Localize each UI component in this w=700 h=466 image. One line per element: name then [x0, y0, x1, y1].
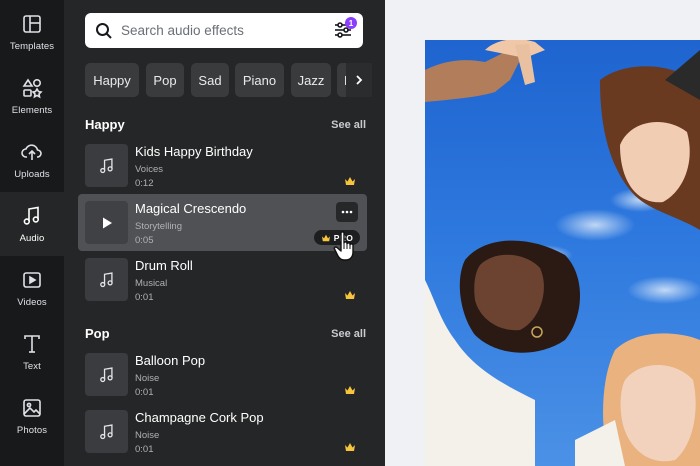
audio-thumbnail [85, 258, 128, 301]
crown-icon [345, 291, 355, 299]
sidebar-item-photos[interactable]: Photos [0, 384, 64, 448]
music-note-icon [99, 157, 113, 173]
see-all-pop-link[interactable]: See all [331, 328, 366, 340]
play-icon[interactable] [100, 216, 114, 230]
sidebar-rail: Templates Elements Uploads Audio Videos … [0, 0, 64, 466]
people-sky-photo [425, 40, 700, 466]
sidebar-item-label: Templates [9, 40, 55, 52]
sidebar-item-label: Elements [11, 104, 53, 116]
canvas-photo[interactable] [425, 40, 700, 466]
templates-icon [23, 14, 41, 33]
sidebar-item-templates[interactable]: Templates [0, 0, 64, 64]
section-title-pop: Pop [85, 326, 110, 341]
search-icon [96, 23, 112, 39]
filter-count-badge: 1 [345, 17, 357, 29]
sidebar-item-audio[interactable]: Audio [0, 192, 64, 256]
music-note-icon [99, 271, 113, 287]
elements-icon [22, 78, 43, 98]
music-note-icon [99, 423, 113, 439]
sidebar-item-uploads[interactable]: Uploads [0, 128, 64, 192]
more-options-button[interactable] [336, 202, 358, 222]
chip-piano[interactable]: Piano [235, 63, 284, 97]
audio-thumbnail [85, 144, 128, 187]
sidebar-item-label: Audio [19, 232, 45, 244]
see-all-happy-link[interactable]: See all [331, 119, 366, 131]
sidebar-item-videos[interactable]: Videos [0, 256, 64, 320]
sidebar-item-label: Text [23, 360, 41, 372]
audio-category: Musical [135, 278, 168, 289]
crown-icon [345, 443, 355, 451]
photo-icon [23, 398, 41, 417]
audio-thumbnail [85, 410, 128, 453]
sidebar-item-elements[interactable]: Elements [0, 64, 64, 128]
audio-item[interactable]: Balloon Pop Noise 0:01 [78, 346, 367, 403]
crown-icon [345, 177, 355, 185]
audio-category: Storytelling [135, 221, 182, 232]
more-dots-icon [341, 210, 353, 214]
audio-category: Voices [135, 164, 163, 175]
chip-sad[interactable]: Sad [191, 63, 229, 97]
crown-icon [321, 234, 330, 241]
audio-duration: 0:12 [135, 178, 154, 189]
video-icon [23, 271, 41, 288]
chevron-right-icon [356, 75, 363, 85]
chip-pop[interactable]: Pop [146, 63, 184, 97]
audio-duration: 0:01 [135, 444, 154, 455]
sidebar-item-label: Uploads [14, 168, 50, 180]
audio-item[interactable]: Champagne Cork Pop Noise 0:01 [78, 403, 367, 460]
search-input[interactable]: Search audio effects [121, 23, 244, 38]
music-note-icon [23, 206, 39, 225]
chip-happy[interactable]: Happy [85, 63, 139, 97]
audio-item-hovered[interactable]: Magical Crescendo Storytelling 0:05 PRO [78, 194, 367, 251]
search-bar[interactable]: Search audio effects 1 [85, 13, 363, 48]
chips-scroll-right-button[interactable] [346, 63, 372, 97]
audio-item[interactable]: Kids Happy Birthday Voices 0:12 [78, 137, 367, 194]
music-note-icon [99, 366, 113, 382]
audio-panel: Search audio effects 1 Happy Pop Sad Pia… [64, 0, 385, 466]
sidebar-item-label: Videos [17, 296, 47, 308]
sidebar-item-text[interactable]: Text [0, 320, 64, 384]
upload-cloud-icon [21, 143, 42, 160]
audio-title: Drum Roll [135, 258, 193, 273]
audio-item[interactable]: Drum Roll Musical 0:01 [78, 251, 367, 308]
audio-thumbnail [85, 201, 128, 244]
hand-pointer-cursor-icon [333, 231, 354, 261]
crown-icon [345, 386, 355, 394]
audio-title: Balloon Pop [135, 353, 206, 368]
audio-category: Noise [135, 373, 160, 384]
text-icon [24, 334, 40, 353]
sidebar-item-label: Photos [16, 424, 48, 436]
audio-title: Champagne Cork Pop [135, 410, 264, 425]
audio-duration: 0:01 [135, 387, 154, 398]
audio-title: Magical Crescendo [135, 201, 247, 216]
design-canvas[interactable] [385, 0, 700, 466]
chip-jazz[interactable]: Jazz [291, 63, 331, 97]
audio-thumbnail [85, 353, 128, 396]
section-title-happy: Happy [85, 117, 125, 132]
audio-title: Kids Happy Birthday [135, 144, 253, 159]
audio-category: Noise [135, 430, 160, 441]
audio-duration: 0:01 [135, 292, 154, 303]
audio-duration: 0:05 [135, 235, 154, 246]
